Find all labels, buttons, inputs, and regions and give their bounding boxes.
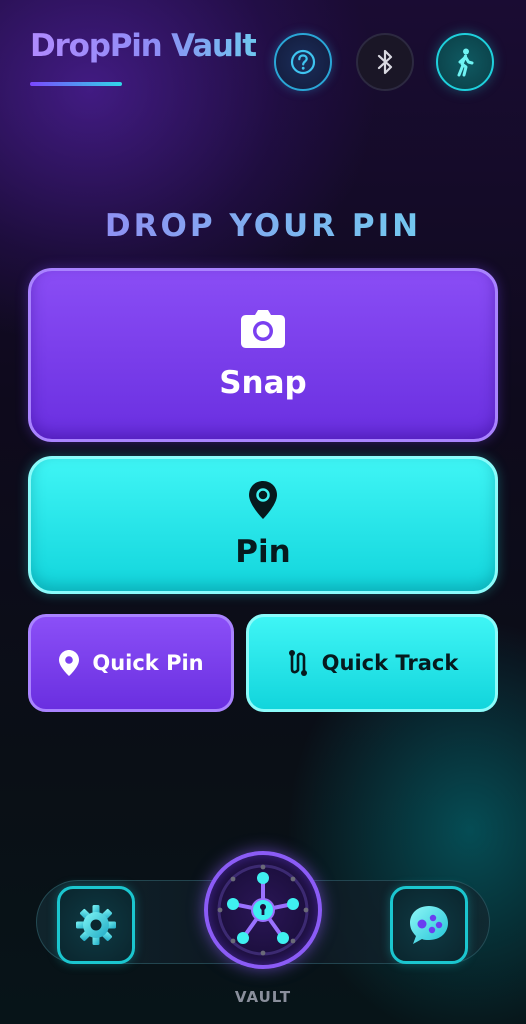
- route-icon: [288, 650, 307, 676]
- camera-icon: [241, 310, 285, 348]
- walk-mode-button[interactable]: [436, 33, 494, 91]
- pin-label: Pin: [235, 534, 291, 570]
- pin-button[interactable]: Pin: [28, 456, 498, 594]
- quick-pin-label: Quick Pin: [92, 651, 204, 675]
- gamepad-bubble-icon: [410, 906, 448, 944]
- help-button[interactable]: [274, 33, 332, 91]
- question-circle-icon: [290, 49, 316, 75]
- games-button[interactable]: [390, 886, 468, 964]
- vault-button[interactable]: [204, 851, 322, 969]
- map-pin-icon: [249, 481, 277, 519]
- quick-track-button[interactable]: Quick Track: [246, 614, 498, 712]
- bluetooth-icon: [377, 49, 393, 75]
- vault-label: VAULT: [234, 988, 292, 1006]
- location-pin-icon: [59, 650, 80, 676]
- header: DropPin Vault: [0, 0, 526, 110]
- bluetooth-button[interactable]: [356, 33, 414, 91]
- snap-label: Snap: [219, 365, 307, 401]
- snap-button[interactable]: Snap: [28, 268, 498, 442]
- walking-person-icon: [457, 48, 474, 77]
- section-title: DROP YOUR PIN: [0, 208, 526, 244]
- title-underline: [30, 82, 122, 86]
- app-title: DropPin Vault: [30, 28, 257, 64]
- settings-button[interactable]: [57, 886, 135, 964]
- vault-wheel-icon: [217, 864, 309, 956]
- quick-track-label: Quick Track: [321, 651, 459, 675]
- gear-icon: [76, 905, 116, 945]
- quick-pin-button[interactable]: Quick Pin: [28, 614, 234, 712]
